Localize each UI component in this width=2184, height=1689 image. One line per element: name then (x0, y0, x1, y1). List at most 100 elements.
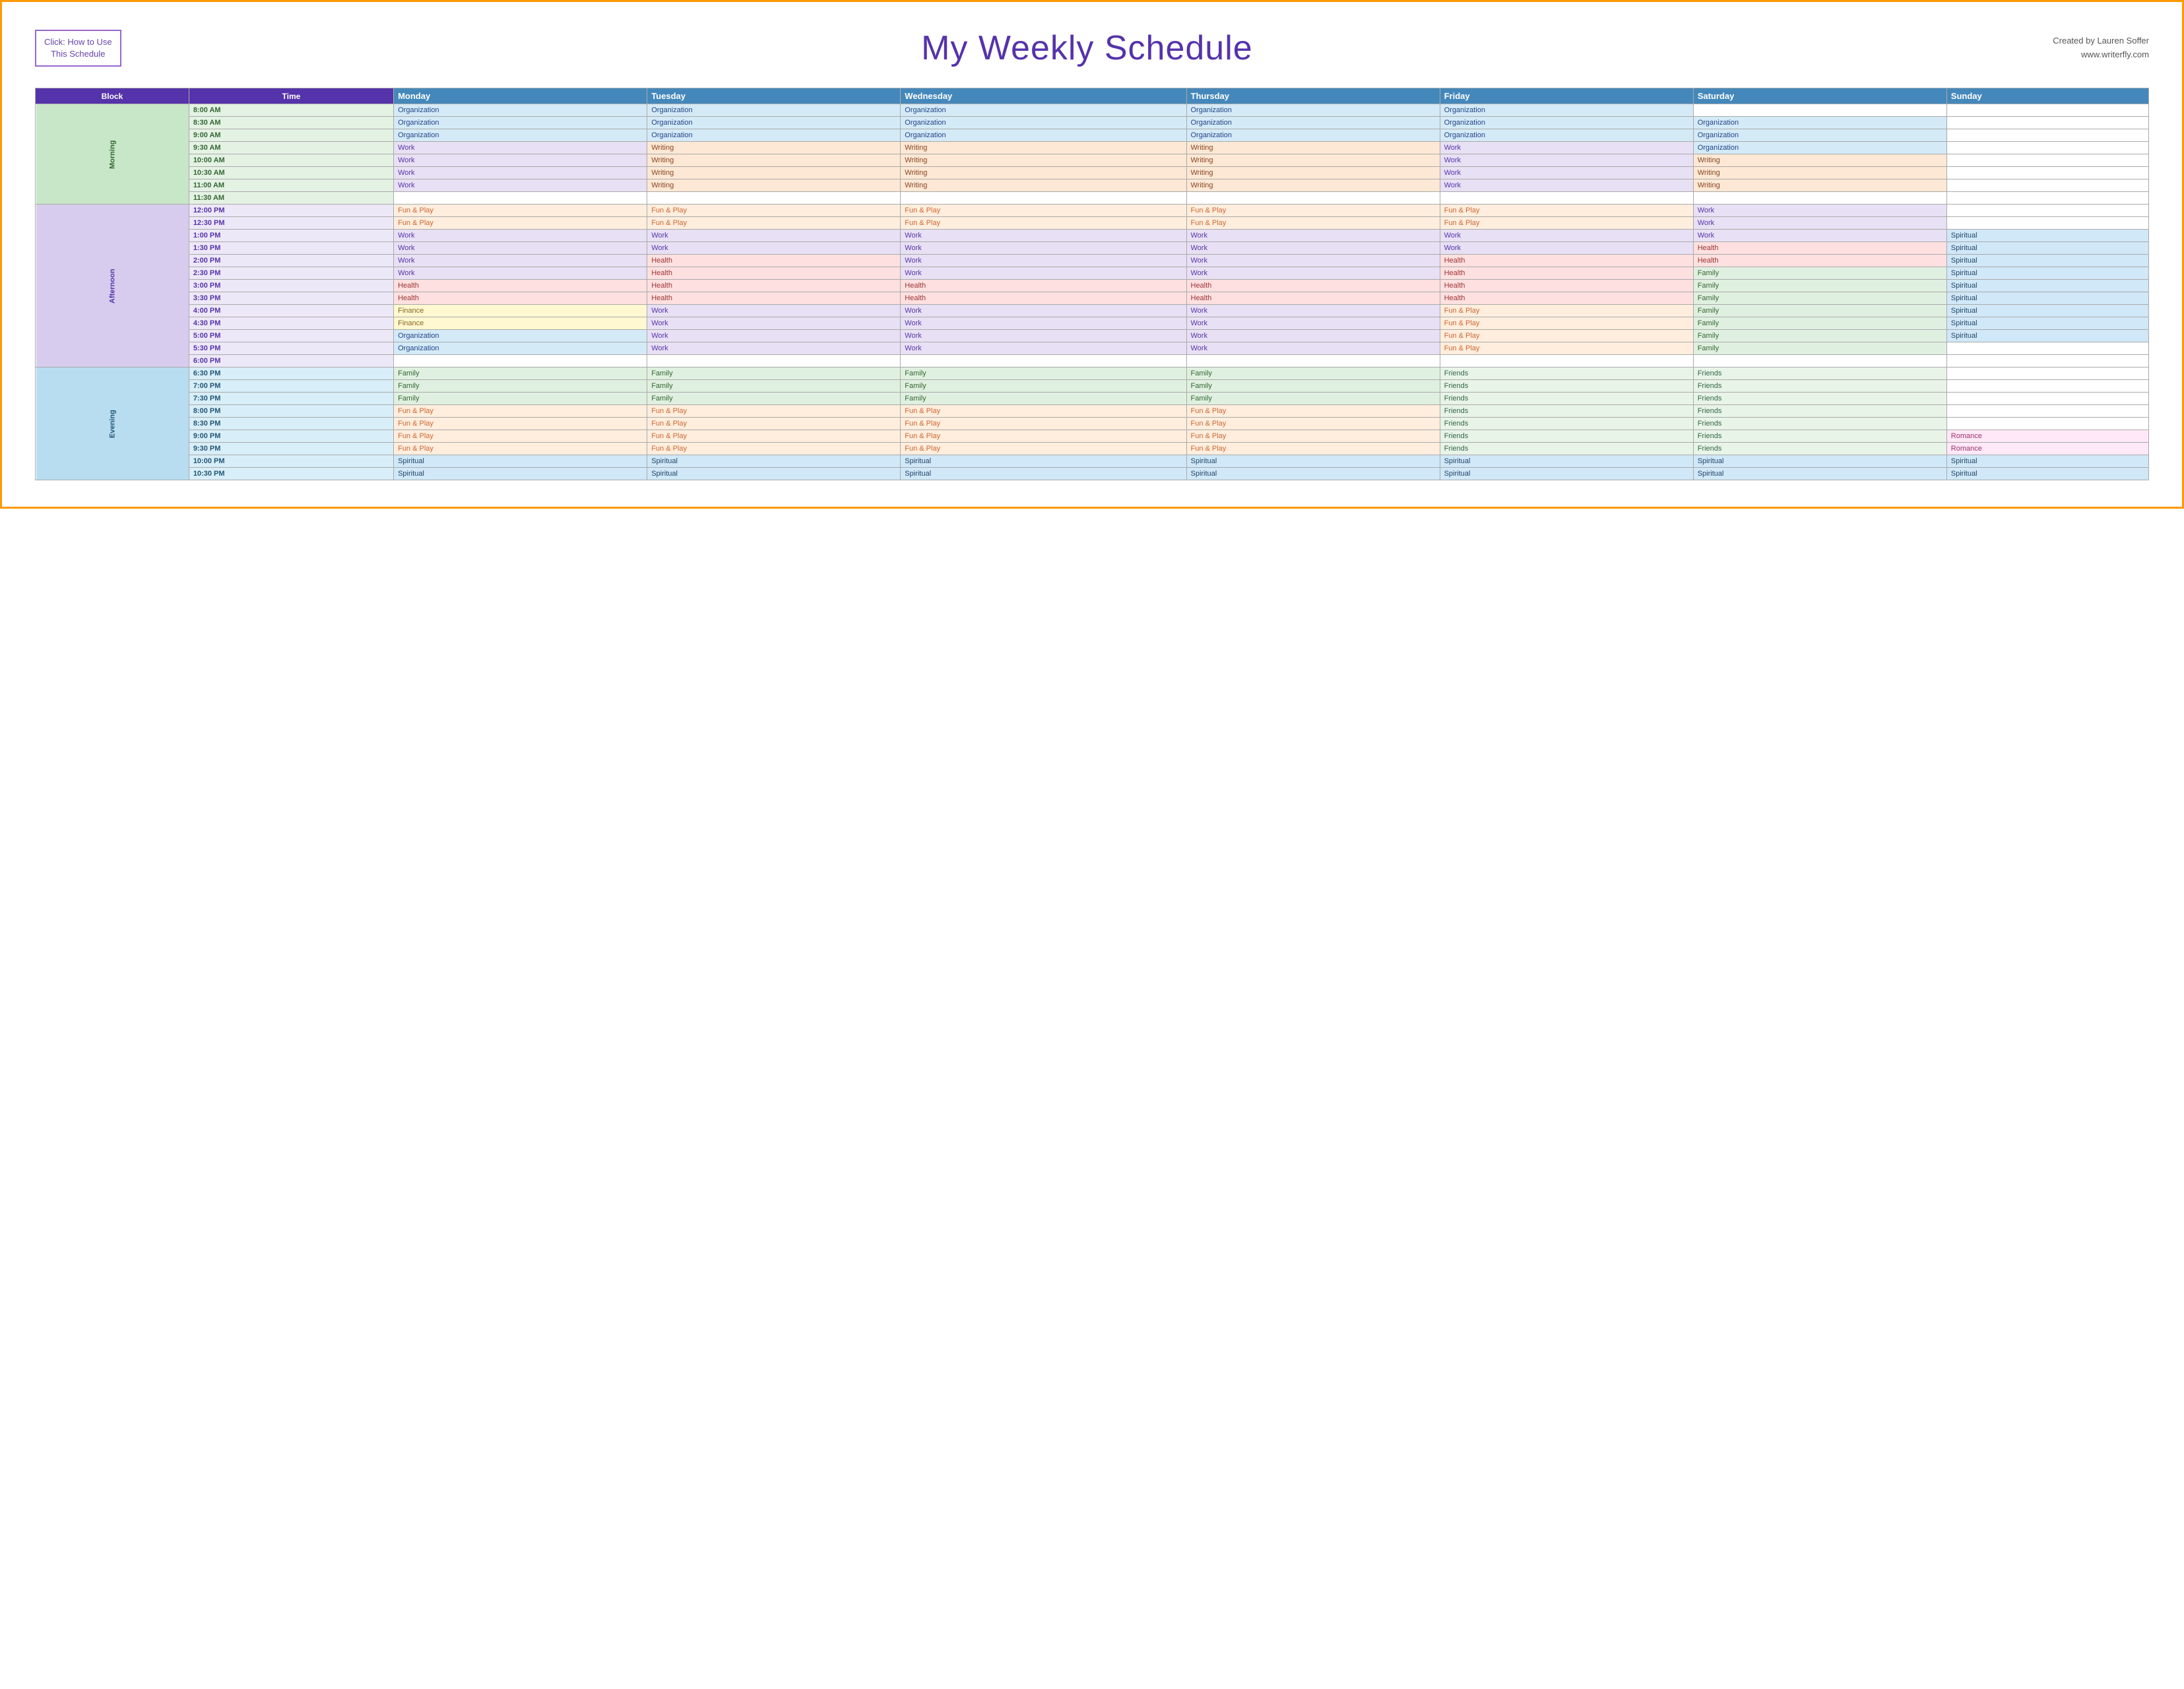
table-row: 9:00 PMFun & PlayFun & PlayFun & PlayFun… (36, 430, 2149, 443)
table-row: 9:30 PMFun & PlayFun & PlayFun & PlayFun… (36, 443, 2149, 455)
schedule-cell (1946, 192, 2148, 205)
schedule-cell: Family (1693, 342, 1946, 355)
schedule-cell: Family (1693, 305, 1946, 317)
schedule-cell: Fun & Play (647, 405, 901, 418)
schedule-cell: Work (1186, 342, 1440, 355)
schedule-cell: Work (394, 267, 647, 280)
schedule-cell: Work (1186, 267, 1440, 280)
schedule-cell: Spiritual (1946, 280, 2148, 292)
schedule-cell: Family (901, 380, 1186, 393)
schedule-cell: Fun & Play (647, 217, 901, 230)
schedule-cell: Spiritual (1946, 255, 2148, 267)
schedule-cell: Work (647, 305, 901, 317)
schedule-cell: Spiritual (901, 455, 1186, 468)
schedule-cell: Friends (1440, 443, 1693, 455)
schedule-cell: Spiritual (1693, 455, 1946, 468)
schedule-cell: Fun & Play (1440, 342, 1693, 355)
schedule-cell: Work (1693, 205, 1946, 217)
table-row: 5:00 PMOrganizationWorkWorkWorkFun & Pla… (36, 330, 2149, 342)
schedule-cell: Spiritual (647, 468, 901, 480)
schedule-cell: Spiritual (1946, 468, 2148, 480)
schedule-cell: Finance (394, 305, 647, 317)
schedule-cell: Spiritual (1693, 468, 1946, 480)
schedule-cell: Fun & Play (394, 430, 647, 443)
schedule-cell: Spiritual (647, 455, 901, 468)
schedule-cell: Organization (1693, 142, 1946, 154)
schedule-cell: Organization (394, 117, 647, 129)
schedule-cell: Spiritual (1440, 468, 1693, 480)
schedule-cell: Organization (394, 342, 647, 355)
schedule-cell (1693, 355, 1946, 367)
schedule-cell: Organization (1693, 129, 1946, 142)
table-row: 2:30 PMWorkHealthWorkWorkHealthFamilySpi… (36, 267, 2149, 280)
block-label-afternoon: Afternoon (36, 205, 189, 367)
schedule-cell: Spiritual (1186, 455, 1440, 468)
time-cell: 1:00 PM (189, 230, 393, 242)
schedule-cell: Friends (1693, 418, 1946, 430)
table-row: 7:00 PMFamilyFamilyFamilyFamilyFriendsFr… (36, 380, 2149, 393)
schedule-cell: Writing (1186, 167, 1440, 179)
time-cell: 10:00 PM (189, 455, 393, 468)
schedule-cell: Writing (647, 154, 901, 167)
schedule-cell: Work (394, 167, 647, 179)
schedule-cell: Fun & Play (394, 205, 647, 217)
schedule-cell: Fun & Play (1186, 217, 1440, 230)
table-row: 4:00 PMFinanceWorkWorkWorkFun & PlayFami… (36, 305, 2149, 317)
schedule-cell (1946, 167, 2148, 179)
schedule-cell: Spiritual (1946, 330, 2148, 342)
schedule-cell: Organization (1440, 129, 1693, 142)
schedule-cell: Fun & Play (1186, 443, 1440, 455)
schedule-cell: Work (1186, 330, 1440, 342)
schedule-cell: Fun & Play (1440, 205, 1693, 217)
schedule-cell (901, 192, 1186, 205)
table-row: 11:30 AM (36, 192, 2149, 205)
schedule-cell: Health (1440, 292, 1693, 305)
schedule-cell: Family (394, 393, 647, 405)
schedule-cell: Finance (394, 317, 647, 330)
schedule-cell: Organization (394, 104, 647, 117)
schedule-cell: Organization (394, 129, 647, 142)
time-cell: 11:30 AM (189, 192, 393, 205)
schedule-cell: Writing (1186, 154, 1440, 167)
schedule-cell: Work (901, 305, 1186, 317)
schedule-cell: Health (394, 280, 647, 292)
schedule-cell: Work (647, 317, 901, 330)
table-row: 4:30 PMFinanceWorkWorkWorkFun & PlayFami… (36, 317, 2149, 330)
how-to-use-button[interactable]: Click: How to Use This Schedule (35, 30, 121, 67)
time-cell: 8:30 PM (189, 418, 393, 430)
table-row: 2:00 PMWorkHealthWorkWorkHealthHealthSpi… (36, 255, 2149, 267)
schedule-cell: Family (1693, 280, 1946, 292)
schedule-cell (1946, 104, 2148, 117)
schedule-cell: Health (647, 255, 901, 267)
schedule-cell: Fun & Play (901, 430, 1186, 443)
schedule-cell: Friends (1440, 367, 1693, 380)
schedule-cell: Health (647, 280, 901, 292)
time-cell: 10:30 PM (189, 468, 393, 480)
schedule-cell: Writing (901, 142, 1186, 154)
table-row: 11:00 AMWorkWritingWritingWritingWorkWri… (36, 179, 2149, 192)
time-cell: 10:00 AM (189, 154, 393, 167)
schedule-cell: Spiritual (1946, 230, 2148, 242)
schedule-cell: Spiritual (1946, 455, 2148, 468)
schedule-cell: Fun & Play (647, 443, 901, 455)
time-cell: 9:30 PM (189, 443, 393, 455)
schedule-cell (1946, 418, 2148, 430)
time-cell: 5:30 PM (189, 342, 393, 355)
schedule-cell: Writing (1693, 154, 1946, 167)
schedule-cell (394, 192, 647, 205)
schedule-cell: Romance (1946, 443, 2148, 455)
time-cell: 6:00 PM (189, 355, 393, 367)
schedule-cell: Spiritual (1946, 292, 2148, 305)
header-tuesday: Tuesday (647, 88, 901, 104)
schedule-cell: Fun & Play (1440, 330, 1693, 342)
schedule-cell: Writing (901, 167, 1186, 179)
schedule-cell: Organization (647, 104, 901, 117)
credit-text: Created by Lauren Soffer www.writerfly.c… (2053, 34, 2149, 62)
schedule-cell: Friends (1440, 418, 1693, 430)
time-cell: 9:00 PM (189, 430, 393, 443)
time-cell: 10:30 AM (189, 167, 393, 179)
header: Click: How to Use This Schedule My Weekl… (35, 28, 2149, 68)
schedule-cell (1946, 393, 2148, 405)
schedule-cell: Work (1440, 179, 1693, 192)
click-box-line2: This Schedule (51, 49, 105, 59)
